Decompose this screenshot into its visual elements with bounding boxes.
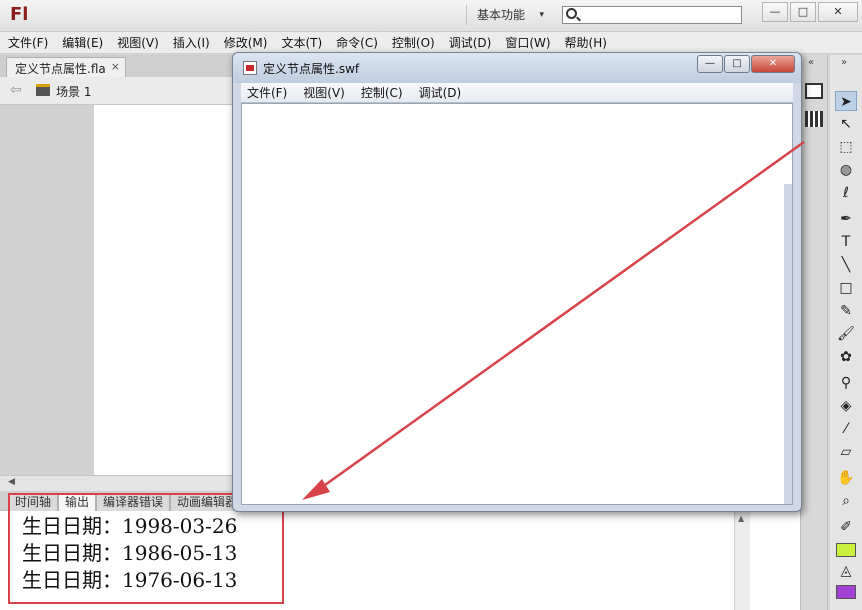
scroll-up-icon[interactable]: ▲ bbox=[738, 514, 744, 523]
swf-window-title: 定义节点属性.swf bbox=[263, 62, 360, 76]
menu-text[interactable]: 文本(T) bbox=[281, 32, 322, 53]
output-scrollbar[interactable]: ▲ bbox=[734, 511, 750, 610]
document-tab[interactable]: 定义节点属性.fla × bbox=[6, 57, 126, 77]
scene-clapper-icon bbox=[36, 84, 50, 96]
app-title-bar: Fl 基本功能 ▾ — □ ✕ bbox=[0, 0, 862, 32]
fill-color-swatch[interactable] bbox=[836, 585, 856, 599]
menu-window[interactable]: 窗口(W) bbox=[505, 32, 550, 53]
scroll-left-icon[interactable]: ◀ bbox=[8, 477, 15, 487]
swf-minimize-button[interactable]: — bbox=[697, 55, 723, 73]
menu-commands[interactable]: 命令(C) bbox=[336, 32, 378, 53]
menu-insert[interactable]: 插入(I) bbox=[173, 32, 210, 53]
deco-tool-icon[interactable]: ✿ bbox=[835, 347, 857, 367]
lasso-tool-icon[interactable]: ℓ bbox=[835, 183, 857, 203]
eraser-tool-icon[interactable]: ▱ bbox=[835, 442, 857, 462]
menu-view[interactable]: 视图(V) bbox=[117, 32, 159, 53]
subselection-tool-icon[interactable]: ↖ bbox=[835, 114, 857, 134]
rectangle-tool-icon[interactable]: □ bbox=[835, 278, 857, 298]
selection-tool-icon[interactable]: ➤ bbox=[835, 91, 857, 111]
minimize-button[interactable]: — bbox=[762, 2, 788, 22]
zoom-tool-icon[interactable]: ⌕ bbox=[835, 491, 857, 511]
swf-content-area[interactable] bbox=[241, 103, 793, 505]
menu-control[interactable]: 控制(O) bbox=[392, 32, 435, 53]
eyedropper-tool-icon[interactable]: ⁄ bbox=[835, 419, 857, 439]
paint-bucket-tool-icon[interactable]: ◈ bbox=[835, 396, 857, 416]
line-tool-icon[interactable]: ╲ bbox=[835, 255, 857, 275]
back-arrow-icon[interactable]: ⇦ bbox=[10, 82, 22, 98]
window-controls: — □ ✕ bbox=[762, 2, 858, 22]
chevron-down-icon: ▾ bbox=[539, 10, 544, 20]
text-tool-icon[interactable]: T bbox=[835, 232, 857, 252]
hand-tool-icon[interactable]: ✋ bbox=[835, 468, 857, 488]
free-transform-tool-icon[interactable]: ⬚ bbox=[835, 137, 857, 157]
swf-title-bar[interactable]: 定义节点属性.swf — □ ✕ bbox=[233, 53, 801, 83]
3d-rotation-tool-icon[interactable]: ◍ bbox=[835, 160, 857, 180]
flash-logo: Fl bbox=[10, 4, 29, 25]
swf-menu-bar: 文件(F) 视图(V) 控制(C) 调试(D) bbox=[241, 83, 793, 103]
swf-menu-file[interactable]: 文件(F) bbox=[247, 83, 287, 102]
swf-menu-debug[interactable]: 调试(D) bbox=[419, 83, 462, 102]
swf-window-controls: — □ ✕ bbox=[697, 55, 795, 73]
library-panel-icon[interactable] bbox=[805, 111, 823, 127]
tools-panel: » ➤ ↖ ⬚ ◍ ℓ ✒ T ╲ □ ✎ 🖌 ✿ ⚲ ◈ ⁄ ▱ ✋ ⌕ ✐ … bbox=[830, 55, 862, 610]
workspace-switcher[interactable]: 基本功能 ▾ bbox=[466, 5, 554, 25]
properties-panel-icon[interactable] bbox=[805, 83, 823, 99]
swf-scrollbar[interactable] bbox=[784, 184, 792, 504]
menu-modify[interactable]: 修改(M) bbox=[224, 32, 268, 53]
menu-debug[interactable]: 调试(D) bbox=[449, 32, 492, 53]
close-tab-icon[interactable]: × bbox=[111, 60, 120, 73]
pencil-tool-icon[interactable]: ✎ bbox=[835, 301, 857, 321]
swf-maximize-button[interactable]: □ bbox=[724, 55, 750, 73]
swf-menu-view[interactable]: 视图(V) bbox=[303, 83, 345, 102]
document-tab-label: 定义节点属性.fla bbox=[15, 62, 106, 76]
menu-file[interactable]: 文件(F) bbox=[8, 32, 48, 53]
flash-player-icon bbox=[243, 61, 257, 75]
bone-tool-icon[interactable]: ⚲ bbox=[835, 373, 857, 393]
pen-tool-icon[interactable]: ✒ bbox=[835, 209, 857, 229]
fill-color-icon[interactable]: ◬ bbox=[835, 561, 857, 581]
brush-tool-icon[interactable]: 🖌 bbox=[835, 324, 857, 344]
expand-panels-icon[interactable]: « bbox=[808, 57, 814, 68]
scene-label: 场景 1 bbox=[56, 85, 92, 99]
maximize-button[interactable]: □ bbox=[790, 2, 816, 22]
expand-tools-icon[interactable]: » bbox=[841, 57, 847, 68]
swf-preview-window[interactable]: 定义节点属性.swf — □ ✕ 文件(F) 视图(V) 控制(C) 调试(D) bbox=[232, 52, 802, 512]
help-search-input[interactable] bbox=[562, 6, 742, 24]
close-button[interactable]: ✕ bbox=[818, 2, 858, 22]
menu-help[interactable]: 帮助(H) bbox=[565, 32, 607, 53]
collapsed-panels: « bbox=[800, 55, 828, 610]
swf-close-button[interactable]: ✕ bbox=[751, 55, 795, 73]
main-menu-bar: 文件(F) 编辑(E) 视图(V) 插入(I) 修改(M) 文本(T) 命令(C… bbox=[0, 32, 862, 54]
menu-edit[interactable]: 编辑(E) bbox=[62, 32, 103, 53]
swf-menu-control[interactable]: 控制(C) bbox=[361, 83, 403, 102]
stroke-color-swatch[interactable] bbox=[836, 543, 856, 557]
workspace-label: 基本功能 bbox=[477, 8, 526, 22]
search-icon bbox=[566, 8, 577, 19]
stroke-color-icon[interactable]: ✐ bbox=[835, 517, 857, 537]
pasteboard bbox=[0, 105, 94, 475]
